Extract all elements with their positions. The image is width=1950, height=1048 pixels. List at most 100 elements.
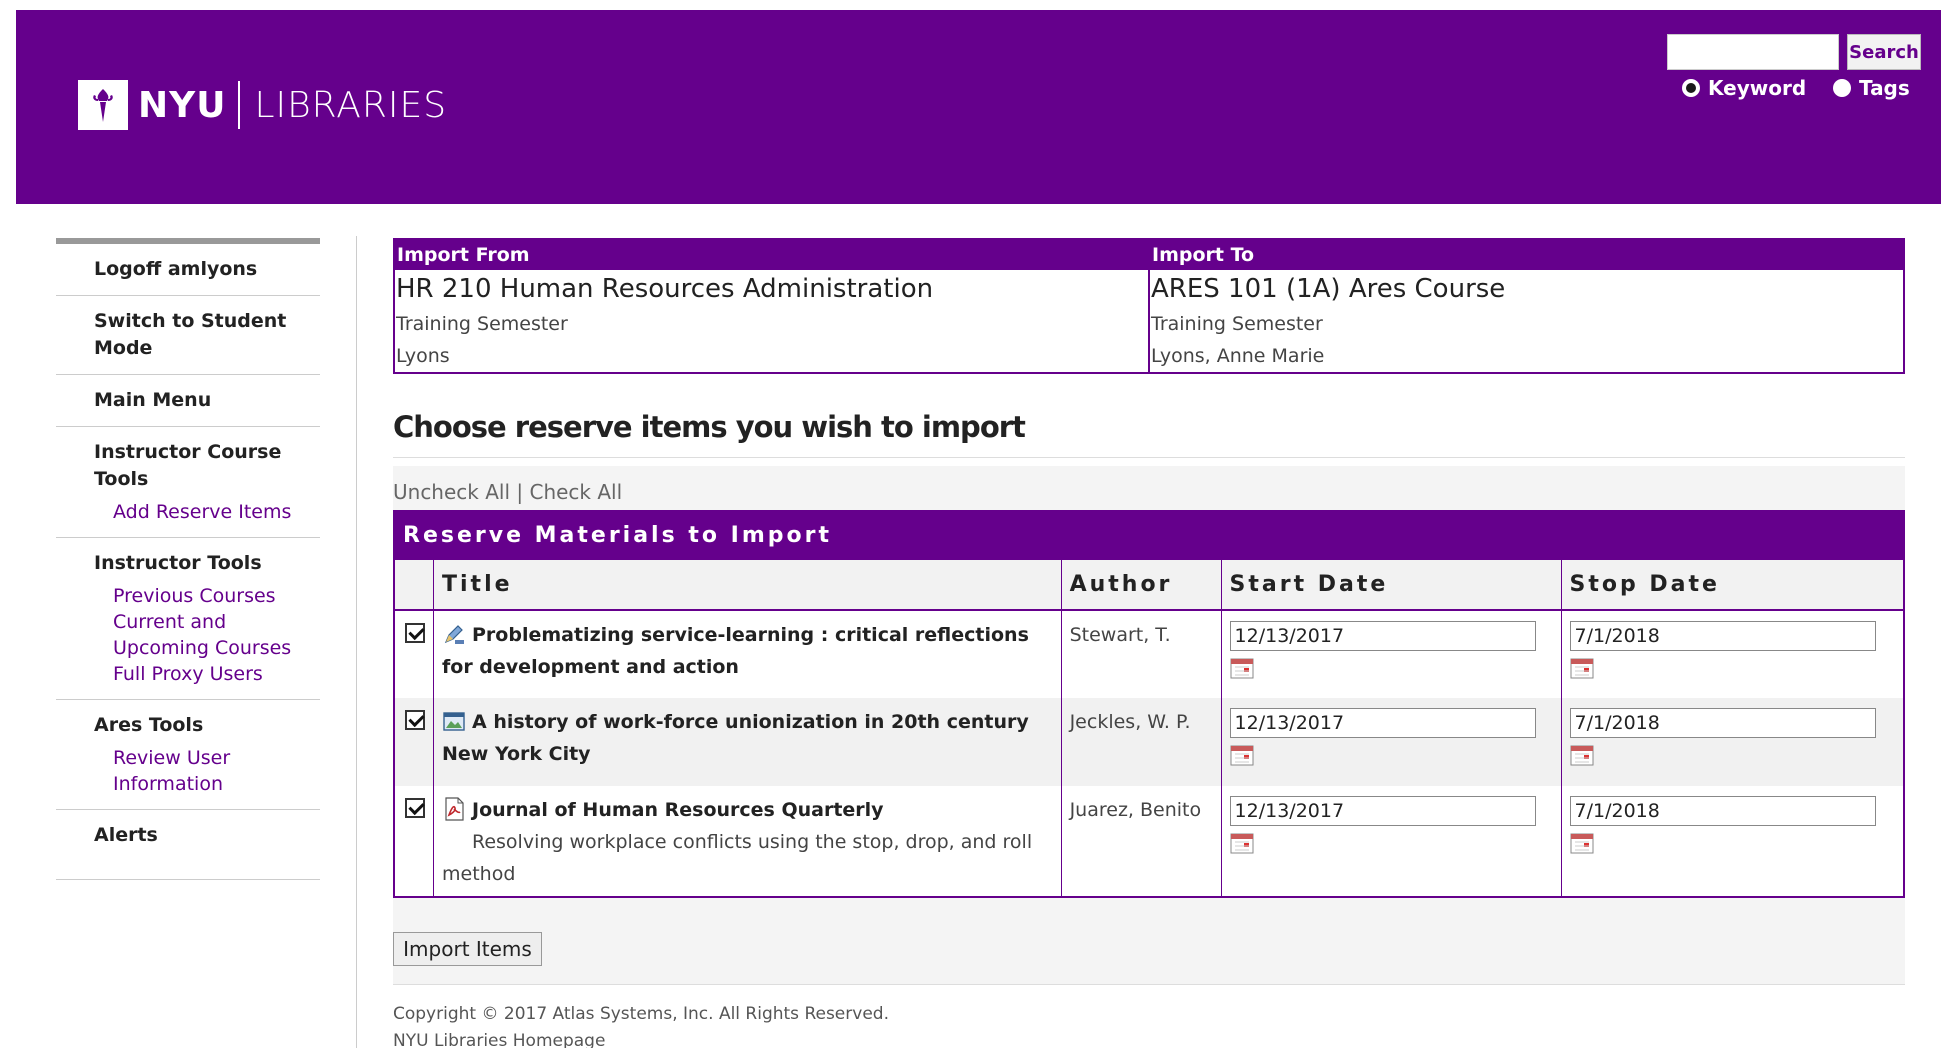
logo-divider <box>238 81 241 129</box>
footer-divider <box>393 984 1905 985</box>
item-checkbox[interactable] <box>405 623 425 643</box>
column-header-stop-date[interactable]: Stop Date <box>1560 560 1903 611</box>
column-header-title[interactable]: Title <box>433 560 1062 611</box>
page-title: Choose reserve items you wish to import <box>393 410 1026 444</box>
import-from-header: Import From <box>395 240 1148 270</box>
nyu-libraries-logo[interactable]: NYU LIBRARIES <box>78 80 447 130</box>
image-icon <box>442 709 466 733</box>
check-all-link[interactable]: Check All <box>529 480 622 504</box>
radio-tags[interactable] <box>1833 79 1851 97</box>
author-cell: Jeckles, W. P. <box>1060 698 1222 786</box>
switch-student-mode-link[interactable]: Switch to Student Mode <box>94 308 320 362</box>
radio-keyword-option[interactable]: Keyword <box>1682 76 1806 100</box>
select-cell <box>395 698 434 786</box>
item-title[interactable]: Journal of Human Resources Quarterly <box>472 799 884 821</box>
previous-courses-link[interactable]: Previous Courses <box>94 583 320 609</box>
alerts-link[interactable]: Alerts <box>94 822 320 849</box>
column-header-select <box>395 560 434 611</box>
column-header-author[interactable]: Author <box>1060 560 1222 611</box>
torch-icon <box>78 80 128 130</box>
import-from-panel: Import From HR 210 Human Resources Admin… <box>395 240 1148 372</box>
import-to-header: Import To <box>1150 240 1903 270</box>
import-from-semester: Training Semester <box>396 313 568 335</box>
import-to-panel: Import To ARES 101 (1A) Ares Course Trai… <box>1148 240 1903 372</box>
import-to-semester: Training Semester <box>1151 313 1323 335</box>
calendar-icon[interactable] <box>1570 832 1594 854</box>
site-header: NYU LIBRARIES Search Keyword Tags <box>16 10 1941 204</box>
uncheck-all-link[interactable]: Uncheck All <box>393 480 510 504</box>
check-links: Uncheck All | Check All <box>393 480 622 504</box>
radio-keyword-label: Keyword <box>1708 76 1807 100</box>
nyu-libraries-homepage-link[interactable]: NYU Libraries Homepage <box>393 1031 605 1048</box>
column-header-start-date[interactable]: Start Date <box>1220 560 1561 611</box>
logo-nyu-text: NYU <box>138 84 227 126</box>
radio-keyword[interactable] <box>1682 79 1700 97</box>
import-items-button[interactable]: Import Items <box>393 932 542 966</box>
search-input[interactable] <box>1667 34 1839 70</box>
reserve-materials-table: Reserve Materials to Import Title Author… <box>393 510 1905 898</box>
current-upcoming-courses-link[interactable]: Current and Upcoming Courses <box>94 609 320 661</box>
item-checkbox[interactable] <box>405 798 425 818</box>
author-cell: Stewart, T. <box>1060 610 1222 698</box>
start-date-input[interactable] <box>1229 621 1536 651</box>
sidebar-section-alerts: Alerts <box>56 810 320 880</box>
start-date-cell <box>1220 610 1561 698</box>
stop-date-cell <box>1560 786 1903 896</box>
table-caption: Reserve Materials to Import <box>395 512 1903 560</box>
select-cell <box>395 610 434 698</box>
table-row: Journal of Human Resources Quarterly Res… <box>395 786 1903 896</box>
sidebar-section-ares-tools: Ares Tools Review User Information <box>56 700 320 810</box>
stop-date-input[interactable] <box>1569 708 1876 738</box>
stop-date-cell <box>1560 610 1903 698</box>
item-title[interactable]: A history of work-force unionization in … <box>442 711 1029 765</box>
calendar-icon[interactable] <box>1230 832 1254 854</box>
sidebar-section-logoff: Logoff amlyons <box>56 244 320 296</box>
table-header-row: Title Author Start Date Stop Date <box>395 560 1903 611</box>
sidebar-divider <box>356 236 357 1048</box>
copyright-text: Copyright © 2017 Atlas Systems, Inc. All… <box>393 1004 889 1024</box>
ares-tools-heading: Ares Tools <box>94 714 204 736</box>
pdf-icon <box>442 797 466 821</box>
sidebar-section-instructor-course-tools: Instructor Course Tools Add Reserve Item… <box>56 427 320 538</box>
calendar-icon[interactable] <box>1230 657 1254 679</box>
item-title[interactable]: Problematizing service-learning : critic… <box>442 624 1029 678</box>
full-proxy-users-link[interactable]: Full Proxy Users <box>94 661 320 687</box>
start-date-input[interactable] <box>1229 796 1536 826</box>
calendar-icon[interactable] <box>1570 744 1594 766</box>
radio-tags-label: Tags <box>1859 76 1910 100</box>
calendar-icon[interactable] <box>1230 744 1254 766</box>
import-from-instructor: Lyons <box>396 345 450 367</box>
main-menu-link[interactable]: Main Menu <box>94 387 320 414</box>
heading-divider <box>393 457 1905 458</box>
import-summary-box: Import From HR 210 Human Resources Admin… <box>393 238 1905 374</box>
start-date-input[interactable] <box>1229 708 1536 738</box>
instructor-course-tools-heading: Instructor Course Tools <box>94 441 282 490</box>
select-cell <box>395 786 434 896</box>
import-to-course: ARES 101 (1A) Ares Course <box>1151 274 1506 304</box>
import-to-instructor: Lyons, Anne Marie <box>1151 345 1325 367</box>
item-checkbox[interactable] <box>405 710 425 730</box>
review-user-information-link[interactable]: Review User Information <box>94 745 320 797</box>
import-from-course: HR 210 Human Resources Administration <box>396 274 934 304</box>
instructor-tools-heading: Instructor Tools <box>94 552 262 574</box>
radio-tags-option[interactable]: Tags <box>1833 76 1910 100</box>
sidebar-section-main-menu: Main Menu <box>56 375 320 427</box>
title-cell: A history of work-force unionization in … <box>433 698 1062 786</box>
items-table: Title Author Start Date Stop Date Proble… <box>395 560 1903 896</box>
start-date-cell <box>1220 698 1561 786</box>
stop-date-input[interactable] <box>1569 621 1876 651</box>
title-cell: Journal of Human Resources Quarterly Res… <box>433 786 1062 896</box>
search-button[interactable]: Search <box>1847 34 1921 70</box>
add-reserve-items-link[interactable]: Add Reserve Items <box>94 499 320 525</box>
calendar-icon[interactable] <box>1570 657 1594 679</box>
table-row: Problematizing service-learning : critic… <box>395 610 1903 698</box>
item-subtitle: Resolving workplace conflicts using the … <box>442 831 1033 885</box>
stop-date-cell <box>1560 698 1903 786</box>
pen-icon <box>442 622 466 646</box>
logoff-link[interactable]: Logoff amlyons <box>94 256 320 283</box>
sidebar-section-switch: Switch to Student Mode <box>56 296 320 375</box>
table-row: A history of work-force unionization in … <box>395 698 1903 786</box>
sidebar-section-instructor-tools: Instructor Tools Previous Courses Curren… <box>56 538 320 700</box>
check-links-separator: | <box>510 480 530 504</box>
stop-date-input[interactable] <box>1569 796 1876 826</box>
